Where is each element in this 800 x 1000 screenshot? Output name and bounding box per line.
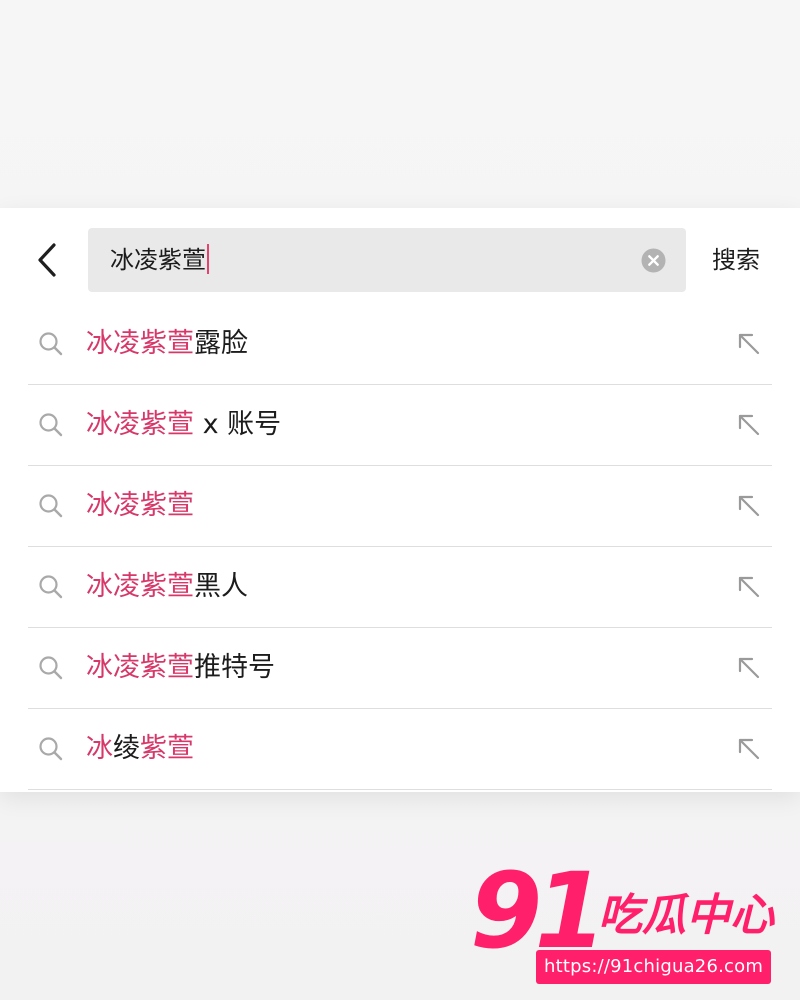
arrow-up-left-icon[interactable]: [734, 734, 764, 764]
text-caret: [207, 244, 209, 274]
suggestion-rest-text: 绫: [113, 733, 140, 764]
suggestion-match-text: 紫萱: [140, 733, 194, 764]
search-icon: [39, 413, 63, 437]
suggestion-match-text: 冰凌紫萱: [86, 328, 194, 359]
suggestion-match-text: 冰凌紫萱: [86, 571, 194, 602]
suggestion-item[interactable]: 冰凌紫萱 x 账号: [28, 385, 772, 466]
watermark-url: https://91chigua26.com: [536, 950, 772, 984]
suggestion-text: 冰凌紫萱: [86, 486, 194, 526]
search-field[interactable]: 冰凌紫萱: [88, 228, 686, 292]
search-icon: [39, 332, 63, 356]
suggestion-rest-text: 黑人: [194, 571, 248, 602]
clear-button[interactable]: [641, 248, 666, 273]
arrow-up-left-icon[interactable]: [734, 653, 764, 683]
back-button[interactable]: [28, 240, 68, 280]
suggestion-match-text: 冰凌紫萱: [86, 409, 194, 440]
suggestion-match-text: 冰: [86, 733, 113, 764]
search-icon: [39, 575, 63, 599]
suggestion-item[interactable]: 冰凌紫萱: [28, 466, 772, 547]
suggestion-text: 冰凌紫萱黑人: [86, 567, 248, 607]
suggestion-match-text: 冰凌紫萱: [86, 652, 194, 683]
suggestion-item[interactable]: 冰绫紫萱: [28, 709, 772, 790]
search-panel: 冰凌紫萱 搜索 冰凌紫萱露脸 冰凌紫萱 x 账号 冰凌紫萱 冰凌紫萱黑人 冰凌紫萱推特号…: [0, 208, 800, 792]
clear-circle-icon: [641, 248, 666, 273]
suggestion-text: 冰凌紫萱露脸: [86, 324, 248, 364]
suggestion-text: 冰凌紫萱推特号: [86, 648, 275, 688]
search-input[interactable]: 冰凌紫萱: [110, 243, 209, 277]
search-icon: [39, 494, 63, 518]
suggestion-list: 冰凌紫萱露脸 冰凌紫萱 x 账号 冰凌紫萱 冰凌紫萱黑人 冰凌紫萱推特号 冰绫紫萱: [28, 304, 772, 790]
chevron-left-icon: [38, 243, 56, 277]
suggestion-item[interactable]: 冰凌紫萱露脸: [28, 304, 772, 385]
arrow-up-left-icon[interactable]: [734, 572, 764, 602]
arrow-up-left-icon[interactable]: [734, 491, 764, 521]
search-submit-button[interactable]: 搜索: [712, 242, 760, 278]
search-bar: 冰凌紫萱 搜索: [0, 208, 800, 308]
suggestion-text: 冰绫紫萱: [86, 729, 194, 769]
watermark-logo-text: 吃瓜中心: [598, 890, 774, 941]
suggestion-rest-text: 露脸: [194, 328, 248, 359]
watermark: 91 吃瓜中心 https://91chigua26.com: [470, 856, 790, 990]
arrow-up-left-icon[interactable]: [734, 410, 764, 440]
suggestion-text: 冰凌紫萱 x 账号: [86, 405, 281, 445]
suggestion-item[interactable]: 冰凌紫萱黑人: [28, 547, 772, 628]
arrow-up-left-icon[interactable]: [734, 329, 764, 359]
suggestion-item[interactable]: 冰凌紫萱推特号: [28, 628, 772, 709]
suggestion-rest-text: 推特号: [194, 652, 275, 683]
search-icon: [39, 737, 63, 761]
suggestion-match-text: 冰凌紫萱: [86, 490, 194, 521]
search-query: 冰凌紫萱: [110, 246, 206, 274]
search-icon: [39, 656, 63, 680]
suggestion-rest-text: x 账号: [194, 409, 282, 440]
